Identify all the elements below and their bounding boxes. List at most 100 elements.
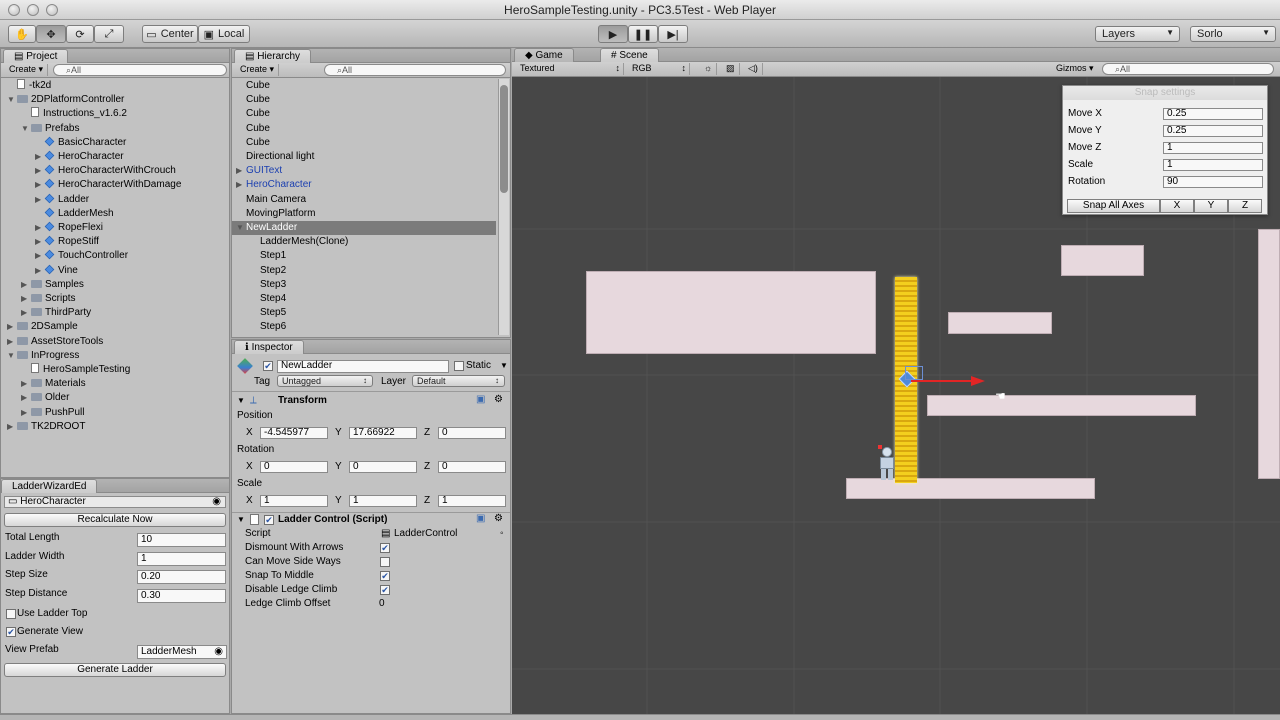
foldout-arrow-icon[interactable]: ▶ bbox=[7, 320, 17, 334]
tab-hierarchy[interactable]: ▤ Hierarchy bbox=[234, 49, 312, 63]
project-item[interactable]: ▶ RopeFlexi bbox=[35, 221, 103, 235]
ledge-climb-offset-value[interactable]: 0 bbox=[379, 598, 385, 610]
foldout-arrow-icon[interactable]: ▼ bbox=[237, 395, 245, 407]
hierarchy-item[interactable]: LadderMesh(Clone) bbox=[232, 235, 496, 249]
hierarchy-item[interactable]: Step6 bbox=[232, 320, 496, 334]
script-value[interactable]: LadderControl bbox=[394, 528, 457, 540]
tab-game[interactable]: ◆ Game bbox=[514, 48, 574, 62]
active-checkbox[interactable]: ✔ bbox=[263, 361, 273, 371]
tab-project[interactable]: ▤ Project bbox=[3, 49, 69, 63]
project-item[interactable]: ▶ HeroCharacterWithCrouch bbox=[35, 164, 176, 178]
x-axis-arrow-icon[interactable] bbox=[971, 376, 985, 386]
hierarchy-item[interactable]: Main Camera bbox=[232, 193, 496, 207]
image-toggle[interactable]: ▨ bbox=[722, 63, 740, 75]
project-item[interactable]: LadderMesh bbox=[35, 207, 114, 221]
move-tool-button[interactable]: ✥ bbox=[36, 25, 66, 43]
project-item[interactable]: ▶ HeroCharacterWithDamage bbox=[35, 178, 181, 192]
hierarchy-search-input[interactable]: ⌕All bbox=[324, 64, 506, 76]
view-prefab-field[interactable]: LadderMesh ◉ bbox=[137, 645, 227, 659]
foldout-arrow-icon[interactable]: ▶ bbox=[35, 221, 45, 235]
tab-scene[interactable]: # Scene bbox=[600, 48, 659, 62]
hierarchy-item[interactable]: Step2 bbox=[232, 264, 496, 278]
script-property-checkbox[interactable]: ✔ bbox=[380, 571, 390, 581]
hierarchy-item[interactable]: ▼ NewLadder bbox=[232, 221, 496, 235]
script-property-checkbox[interactable] bbox=[380, 557, 390, 567]
platform-block[interactable] bbox=[1258, 229, 1280, 479]
pivot-local-button[interactable]: ▣ Local bbox=[198, 25, 250, 43]
static-checkbox[interactable] bbox=[454, 361, 464, 371]
platform-block[interactable] bbox=[1061, 245, 1144, 276]
project-item[interactable]: Instructions_v1.6.2 bbox=[21, 107, 127, 121]
project-search-input[interactable]: ⌕All bbox=[53, 64, 227, 76]
hierarchy-item[interactable]: Step5 bbox=[232, 306, 496, 320]
project-item[interactable]: -tk2d bbox=[7, 79, 51, 93]
foldout-arrow-icon[interactable]: ▶ bbox=[35, 178, 45, 192]
foldout-arrow-icon[interactable]: ▼ bbox=[237, 514, 245, 526]
project-item[interactable]: ▼ InProgress bbox=[7, 349, 79, 363]
chevron-down-icon[interactable]: ▼ bbox=[500, 360, 508, 372]
platform-block[interactable] bbox=[586, 271, 876, 354]
play-button[interactable]: ▶ bbox=[598, 25, 628, 43]
generate-view-checkbox[interactable]: ✔ bbox=[6, 627, 16, 637]
project-item[interactable]: ▶ AssetStoreTools bbox=[7, 335, 103, 349]
hierarchy-item[interactable]: ▶ HeroCharacter bbox=[232, 178, 496, 192]
platform-block[interactable] bbox=[927, 395, 1196, 416]
hierarchy-item[interactable]: Cube bbox=[232, 79, 496, 93]
hierarchy-scroll-thumb[interactable] bbox=[500, 85, 508, 193]
project-create-dropdown[interactable]: Create ▾ bbox=[5, 64, 49, 76]
foldout-arrow-icon[interactable]: ▶ bbox=[236, 164, 246, 178]
hierarchy-item[interactable]: MovingPlatform bbox=[232, 207, 496, 221]
foldout-arrow-icon[interactable]: ▼ bbox=[7, 93, 17, 107]
hierarchy-item[interactable]: Step4 bbox=[232, 292, 496, 306]
use-ladder-top-checkbox[interactable] bbox=[6, 609, 16, 619]
foldout-arrow-icon[interactable]: ▶ bbox=[35, 264, 45, 278]
snap-all-axes-button[interactable]: Snap All Axes bbox=[1067, 199, 1160, 213]
object-name-field[interactable]: NewLadder bbox=[277, 360, 449, 373]
foldout-arrow-icon[interactable]: ▶ bbox=[35, 193, 45, 207]
project-item[interactable]: ▼ 2DPlatformController bbox=[7, 93, 124, 107]
wizard-field-input[interactable]: 1 bbox=[137, 551, 226, 566]
project-item[interactable]: ▶ PushPull bbox=[21, 406, 84, 420]
project-item[interactable]: BasicCharacter bbox=[35, 136, 126, 150]
snap-y-button[interactable]: Y bbox=[1194, 199, 1228, 213]
snap-row-input[interactable]: 0.25 bbox=[1163, 108, 1263, 120]
pause-button[interactable]: ❚❚ bbox=[628, 25, 658, 43]
rot-y-field[interactable]: 0 bbox=[349, 461, 417, 473]
tab-inspector[interactable]: ℹ Inspector bbox=[234, 340, 304, 354]
hierarchy-item[interactable]: Step1 bbox=[232, 249, 496, 263]
snap-x-button[interactable]: X bbox=[1160, 199, 1194, 213]
snap-z-button[interactable]: Z bbox=[1228, 199, 1262, 213]
project-item[interactable]: ▶ Ladder bbox=[35, 193, 89, 207]
scl-z-field[interactable]: 1 bbox=[438, 495, 506, 507]
scl-x-field[interactable]: 1 bbox=[260, 495, 328, 507]
foldout-arrow-icon[interactable]: ▶ bbox=[7, 335, 17, 349]
foldout-arrow-icon[interactable]: ▶ bbox=[21, 377, 31, 391]
foldout-arrow-icon[interactable]: ▶ bbox=[35, 235, 45, 249]
scene-search-input[interactable]: ⌕All bbox=[1102, 63, 1274, 75]
project-item[interactable]: ▶ TouchController bbox=[35, 249, 128, 263]
hierarchy-scrollbar[interactable] bbox=[498, 79, 509, 335]
snap-row-input[interactable]: 1 bbox=[1163, 142, 1263, 154]
foldout-arrow-icon[interactable]: ▶ bbox=[35, 164, 45, 178]
project-item[interactable]: ▶ Older bbox=[21, 391, 69, 405]
foldout-arrow-icon[interactable]: ▶ bbox=[21, 292, 31, 306]
project-item[interactable]: ▶ Scripts bbox=[21, 292, 76, 306]
platform-block[interactable] bbox=[948, 312, 1052, 334]
snap-row-input[interactable]: 90 bbox=[1163, 176, 1263, 188]
gear-icon[interactable]: ⚙ bbox=[494, 513, 503, 525]
snap-row-input[interactable]: 0.25 bbox=[1163, 125, 1263, 137]
recalculate-button[interactable]: Recalculate Now bbox=[4, 513, 226, 527]
layers-dropdown[interactable]: Layers ▼ bbox=[1095, 26, 1180, 42]
project-item[interactable]: ▶ 2DSample bbox=[7, 320, 78, 334]
wizard-field-input[interactable]: 0.30 bbox=[137, 588, 226, 603]
x-axis-handle[interactable] bbox=[911, 380, 977, 382]
foldout-arrow-icon[interactable]: ▶ bbox=[236, 178, 246, 192]
wizard-field-input[interactable]: 10 bbox=[137, 533, 226, 547]
audio-toggle[interactable]: ◁) bbox=[744, 63, 763, 75]
foldout-arrow-icon[interactable]: ▼ bbox=[7, 349, 17, 363]
hierarchy-item[interactable]: Step3 bbox=[232, 278, 496, 292]
foldout-arrow-icon[interactable]: ▼ bbox=[236, 221, 246, 235]
project-item[interactable]: ▶ RopeStiff bbox=[35, 235, 99, 249]
hierarchy-create-dropdown[interactable]: Create ▾ bbox=[236, 64, 280, 76]
pos-x-field[interactable]: -4.545977 bbox=[260, 427, 328, 439]
